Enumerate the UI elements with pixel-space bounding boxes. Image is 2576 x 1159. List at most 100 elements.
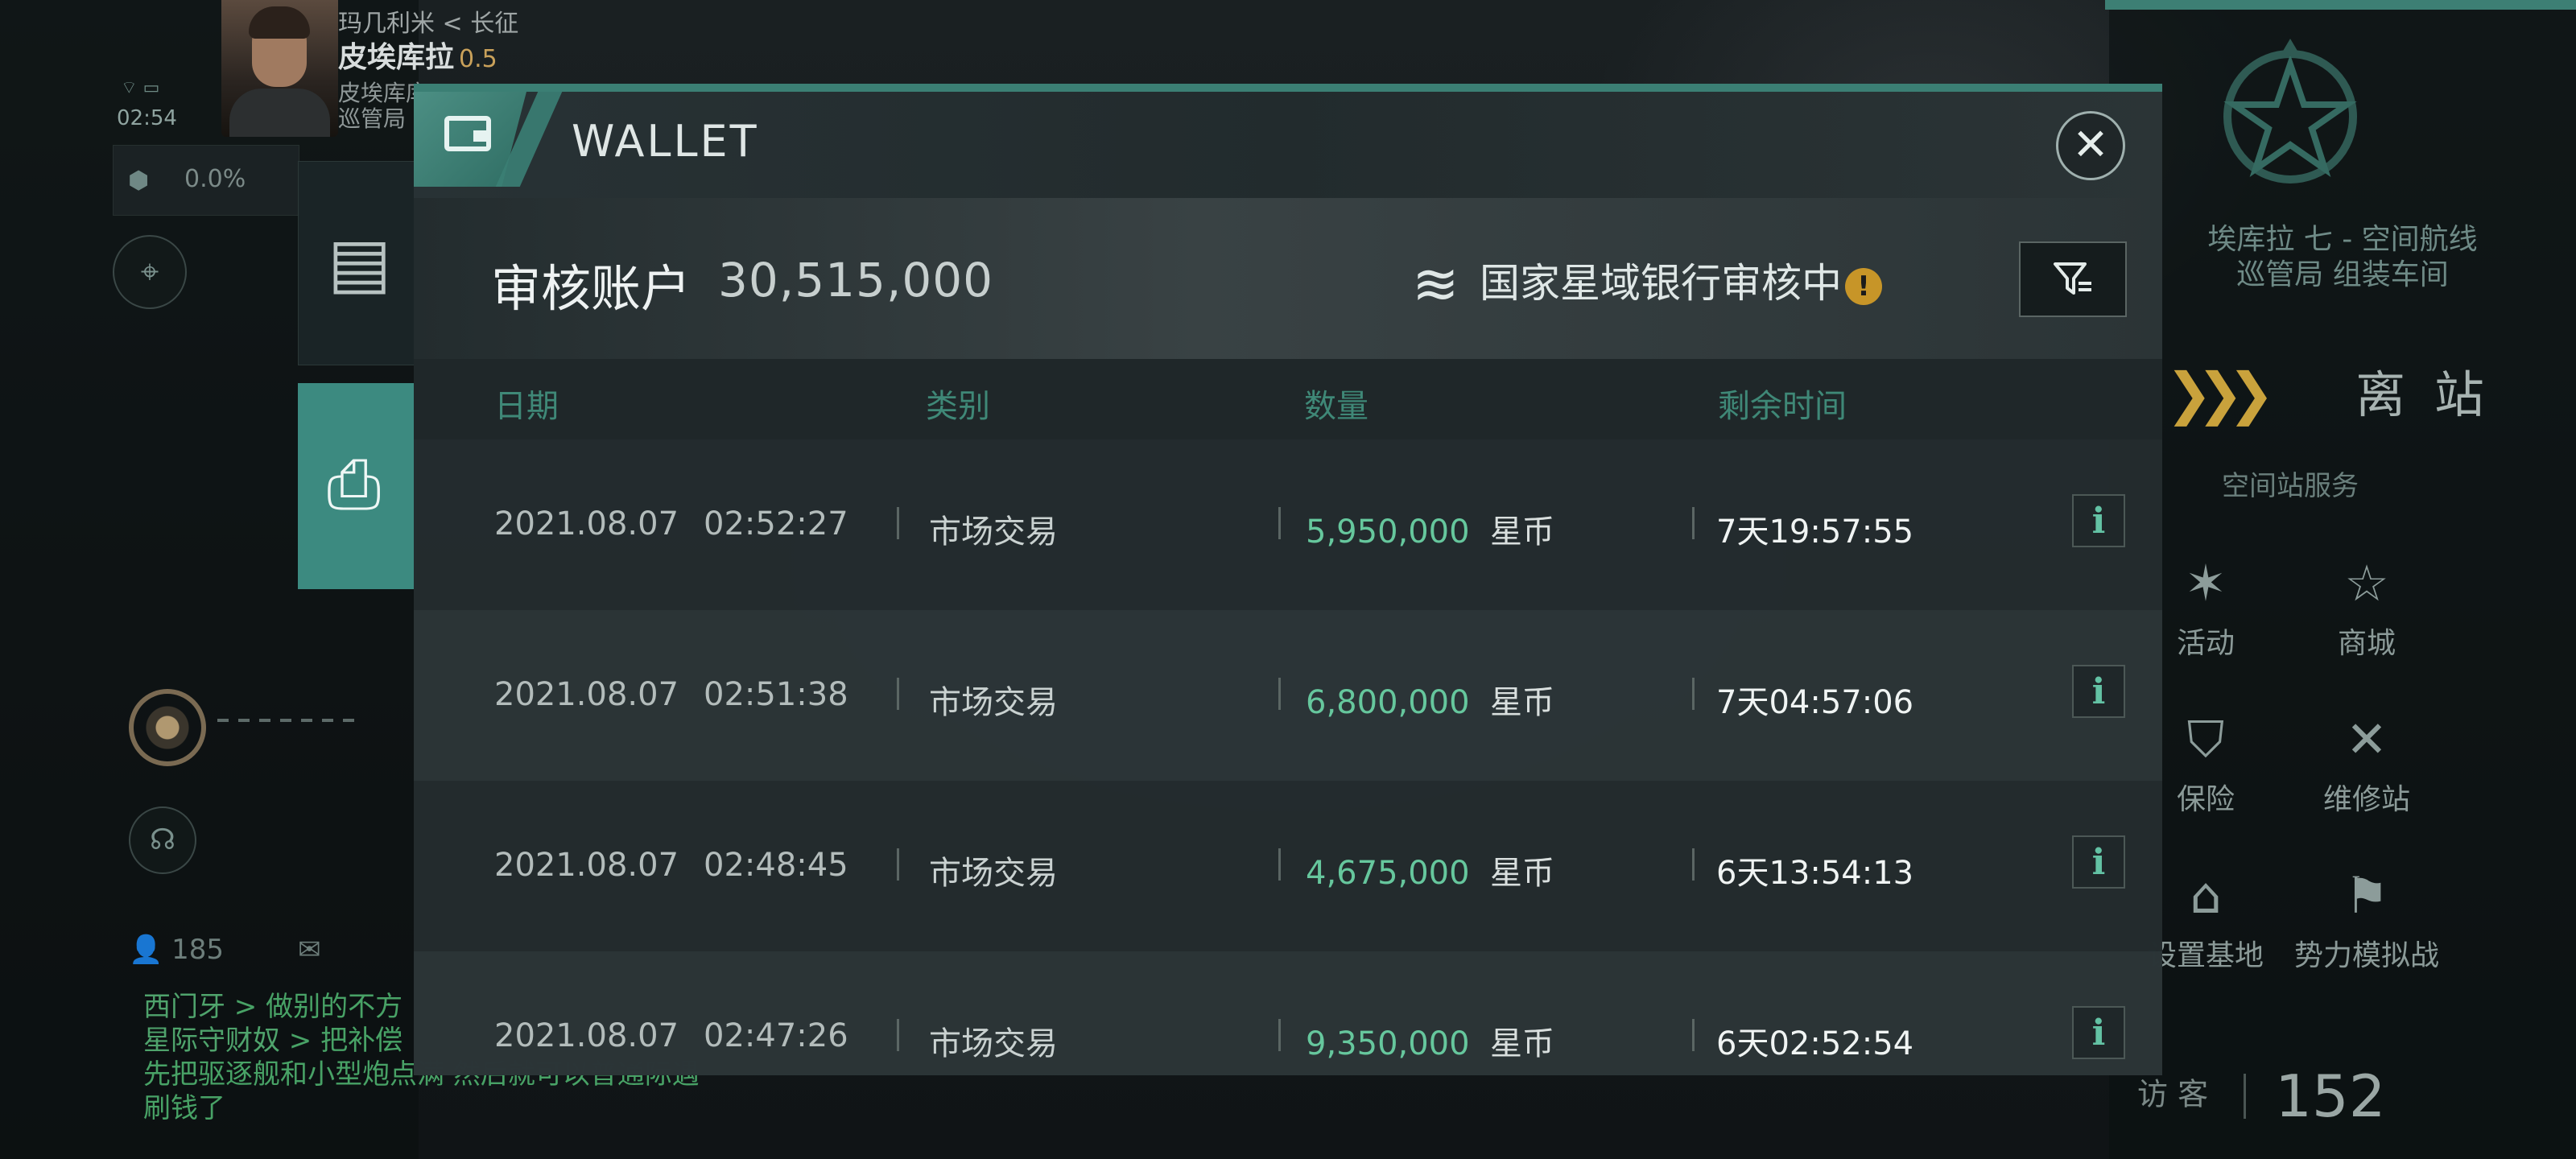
chat-sender[interactable]: 西门牙 (143, 991, 225, 1023)
column-divider (897, 507, 899, 539)
service-repair[interactable]: ✕ 维修站 (2286, 703, 2447, 818)
table-row[interactable]: 2021.08.07 02:47:26 市场交易 9,350,000 星币 6天… (414, 951, 2162, 1075)
row-amount: 6,800,000 星币 (1306, 676, 1554, 723)
chat-line: 刷钱了 (143, 1091, 868, 1125)
side-tab-wallet[interactable]: ⎙ (298, 383, 417, 589)
crossed-flags-icon: ⚑ (2344, 866, 2389, 925)
service-faction-sim[interactable]: ⚑ 势力模拟战 (2286, 860, 2447, 974)
certificate-stamp-icon: ⎙ (327, 444, 382, 523)
row-amount: 5,950,000 星币 (1306, 505, 1554, 552)
bank-review-status[interactable]: 国家星域银行审核中! (1480, 251, 1882, 309)
table-row[interactable]: 2021.08.07 02:48:45 市场交易 4,675,000 星币 6天… (414, 781, 2162, 951)
wallet-modal: WALLET ✕ 审核账户 30,515,000 ≋ 国家星域银行审核中! 日期… (414, 84, 2162, 1075)
row-type: 市场交易 (929, 1025, 1058, 1062)
info-icon[interactable]: i (2072, 1006, 2125, 1059)
target-ring-icon[interactable] (129, 689, 206, 766)
headset-icon[interactable]: ☊ (129, 806, 196, 874)
location-pin-icon[interactable]: ⌖ (113, 235, 187, 309)
info-icon[interactable]: i (2072, 665, 2125, 718)
row-remaining-time: 7天19:57:55 (1716, 514, 1914, 551)
account-label: 审核账户 (491, 259, 691, 318)
online-count: 185 (171, 934, 225, 966)
row-amount: 4,675,000 星币 (1306, 847, 1554, 893)
amount-value: 6,800,000 (1306, 684, 1470, 721)
row-type: 市场交易 (929, 855, 1058, 892)
station-name: 埃库拉 七 - 空间航线 巡管局 组装车间 (2117, 222, 2568, 293)
social-bar: 👤 185 ✉ (129, 934, 321, 966)
info-icon[interactable]: i (2072, 494, 2125, 547)
row-date: 2021.08.07 (494, 1017, 679, 1054)
filter-button[interactable] (2019, 241, 2127, 317)
account-balance: 30,515,000 (718, 253, 994, 307)
column-divider (1278, 507, 1281, 539)
column-divider (1278, 1019, 1281, 1051)
row-type: 市场交易 (929, 514, 1058, 551)
chat-text: > 把补偿 (280, 1025, 403, 1057)
station-name-line2: 巡管局 组装车间 (2236, 258, 2449, 291)
column-header-amount: 数量 (1304, 388, 1368, 425)
side-tab-documents[interactable]: ▤ (298, 161, 419, 365)
service-store[interactable]: ☆ 商城 (2286, 547, 2447, 662)
info-icon[interactable]: i (2072, 835, 2125, 889)
right-panel-top-bar (2105, 0, 2576, 10)
amount-unit: 星币 (1490, 684, 1555, 721)
service-label: 设置基地 (2147, 939, 2264, 972)
row-amount: 9,350,000 星币 (1306, 1017, 1554, 1064)
row-remaining-time: 6天02:52:54 (1716, 1025, 1914, 1062)
wallet-icon (444, 116, 491, 151)
row-date: 2021.08.07 (494, 676, 679, 713)
column-divider (1692, 1019, 1695, 1051)
row-remaining-time: 7天04:57:06 (1716, 684, 1914, 721)
bank-status-text: 国家星域银行审核中 (1480, 260, 1842, 307)
waves-icon: ≋ (1412, 251, 1459, 317)
table-row[interactable]: 2021.08.07 02:51:38 市场交易 6,800,000 星币 7天… (414, 610, 2162, 781)
security-level: 0.5 (459, 45, 497, 73)
cargo-box-icon: ⬢ (128, 167, 150, 195)
station-name-line1: 埃库拉 七 - 空间航线 (2207, 223, 2478, 256)
chevrons-icon: ❯❯❯ (2165, 361, 2275, 427)
table-row[interactable]: 2021.08.07 02:52:27 市场交易 5,950,000 星币 7天… (414, 439, 2162, 610)
amount-unit: 星币 (1490, 1025, 1555, 1062)
cargo-percent: 0.0% (184, 165, 246, 193)
service-label: 保险 (2176, 783, 2235, 816)
modal-header: WALLET ✕ (414, 92, 2162, 198)
service-label: 维修站 (2322, 783, 2410, 816)
modal-accent-line (414, 84, 2162, 92)
service-label: 活动 (2176, 627, 2235, 660)
undock-button[interactable]: ❯❯❯ 离 站 (2109, 338, 2576, 435)
column-header-type: 类别 (926, 388, 990, 425)
mail-icon[interactable]: ✉ (298, 934, 321, 966)
visitors-counter: 访 客 152 (2137, 1062, 2386, 1130)
column-divider (1692, 848, 1695, 881)
cargo-indicator[interactable]: ⬢ 0.0% (113, 145, 299, 216)
row-date: 2021.08.07 (494, 505, 679, 542)
chat-sender[interactable]: 星际守财奴 (143, 1025, 280, 1057)
people-icon[interactable]: 👤 (129, 934, 163, 966)
column-header-date: 日期 (494, 388, 559, 425)
wifi-battery-icon: ⌔ ▭ (121, 78, 160, 98)
visitors-count: 152 (2275, 1062, 2386, 1130)
amount-value: 5,950,000 (1306, 514, 1470, 551)
column-divider (897, 678, 899, 710)
portrait-hair (249, 6, 310, 39)
close-button[interactable]: ✕ (2056, 111, 2125, 180)
player-portrait[interactable] (221, 0, 338, 137)
visitors-label: 访 客 (2137, 1076, 2209, 1112)
current-system[interactable]: 皮埃库拉 0.5 (338, 34, 497, 76)
row-type: 市场交易 (929, 684, 1058, 721)
row-time: 02:51:38 (704, 676, 848, 713)
store-icon: ☆ (2344, 554, 2389, 612)
service-label: 商城 (2337, 627, 2396, 660)
undock-label: 离 站 (2355, 365, 2491, 424)
target-dash-line (217, 719, 362, 722)
column-divider (1278, 848, 1281, 881)
row-date: 2021.08.07 (494, 847, 679, 884)
column-divider (1278, 678, 1281, 710)
column-divider (1692, 507, 1695, 539)
amount-unit: 星币 (1490, 514, 1555, 551)
modal-title: WALLET (572, 116, 759, 167)
account-summary-bar: 审核账户 30,515,000 ≋ 国家星域银行审核中! (414, 198, 2162, 359)
warning-icon[interactable]: ! (1845, 267, 1882, 305)
visitors-divider (2244, 1074, 2247, 1119)
row-time: 02:52:27 (704, 505, 848, 542)
